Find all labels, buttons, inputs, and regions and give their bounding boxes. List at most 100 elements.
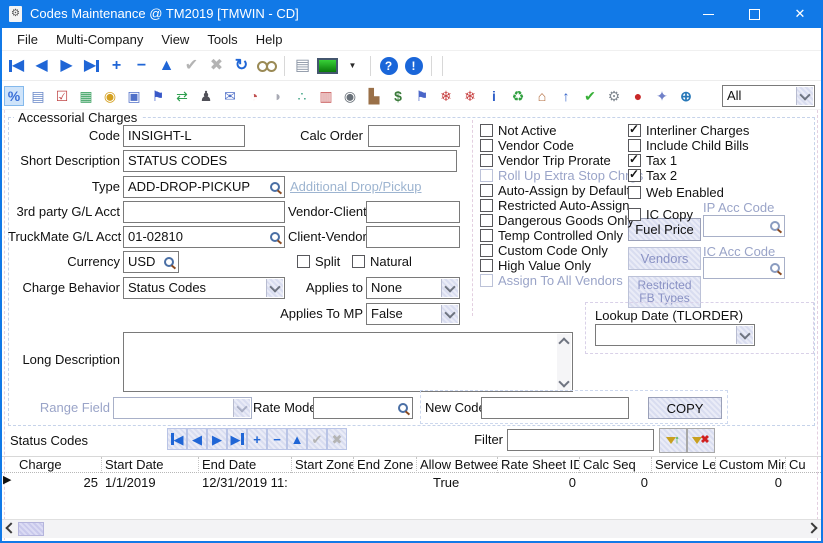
camera-icon[interactable]: ◉ (340, 86, 360, 106)
network2-icon[interactable]: ❄ (460, 86, 480, 106)
scroll-down-icon[interactable] (557, 376, 571, 390)
currency-field[interactable]: USD (123, 251, 179, 273)
apply-filter-button[interactable]: ↑ (659, 428, 687, 453)
clear-filter-button[interactable]: ✖ (687, 428, 715, 453)
natural-checkbox[interactable] (352, 255, 365, 268)
column-header-start-zone[interactable]: Start Zone (292, 457, 354, 473)
include-child-bills-checkbox[interactable] (628, 139, 641, 152)
column-header-start-date[interactable]: Start Date (102, 457, 199, 473)
minimize-button[interactable] (685, 0, 731, 28)
network-icon[interactable]: ❄ (436, 86, 456, 106)
column-header-service-leve[interactable]: Service Leve (652, 457, 716, 473)
flag2-icon[interactable]: ⚑ (412, 86, 432, 106)
truckmate-gl-field[interactable]: 01-02810 (123, 226, 285, 248)
truckmate-gl-lookup-button[interactable] (267, 230, 282, 244)
home-icon[interactable]: ⌂ (532, 86, 552, 106)
gears-icon[interactable]: ⚙ (604, 86, 624, 106)
prior-record-icon[interactable]: ◀ (29, 54, 54, 78)
additional-drop-pickup-link[interactable]: Additional Drop/Pickup (290, 178, 422, 196)
rate-mode-field[interactable] (313, 397, 413, 419)
shoe-icon[interactable]: ◗ (268, 86, 288, 106)
globe-icon[interactable]: ⊕ (676, 86, 696, 106)
vendor-trip-prorate-checkbox[interactable] (480, 154, 493, 167)
chart-icon[interactable]: ▦ (76, 86, 96, 106)
applies-to-select[interactable]: None (366, 277, 460, 299)
applies-to-mp-dropdown-button[interactable] (441, 305, 458, 323)
category-filter-dropdown-button[interactable] (796, 87, 813, 105)
refresh-icon[interactable]: ↻ (229, 54, 254, 78)
print-icon[interactable]: ▤ (290, 54, 315, 78)
about-icon[interactable]: ! (401, 54, 426, 78)
column-header-charge[interactable]: Charge (16, 457, 102, 473)
grid-prior-icon[interactable]: ◀ (187, 428, 207, 450)
grid-edit-icon[interactable]: ▲ (287, 428, 307, 450)
calc-order-field[interactable] (368, 125, 460, 147)
approve-icon[interactable]: ✔ (580, 86, 600, 106)
lookup-date-dropdown-button[interactable] (736, 326, 753, 344)
recycle-icon[interactable]: ♻ (508, 86, 528, 106)
monitor-icon[interactable] (315, 54, 340, 78)
column-header-end-date[interactable]: End Date (199, 457, 292, 473)
copy-codes-icon[interactable]: ▣ (124, 86, 144, 106)
delete-record-icon[interactable]: − (129, 54, 154, 78)
restricted-auto-assign-checkbox[interactable] (480, 199, 493, 212)
horizontal-scrollbar[interactable] (0, 519, 823, 538)
scroll-left-icon[interactable] (2, 522, 16, 536)
monitor-dropdown-icon[interactable]: ▼ (340, 54, 365, 78)
vendor-code-checkbox[interactable] (480, 139, 493, 152)
insert-record-icon[interactable]: + (104, 54, 129, 78)
car-icon[interactable]: ● (628, 86, 648, 106)
next-record-icon[interactable]: ▶ (54, 54, 79, 78)
web-enabled-checkbox[interactable] (628, 186, 641, 199)
mail-icon[interactable]: ✉ (220, 86, 240, 106)
accessorial-charges-icon[interactable]: % (4, 86, 24, 106)
grid-first-icon[interactable]: ◀ (167, 428, 187, 450)
column-header-calc-seq[interactable]: Calc Seq (580, 457, 652, 473)
grid-insert-icon[interactable]: + (247, 428, 267, 450)
scrollbar-thumb[interactable] (18, 522, 44, 536)
driver-icon[interactable]: ♟ (196, 86, 216, 106)
tree-up-icon[interactable]: ↑ (556, 86, 576, 106)
doc-info-icon[interactable]: i (484, 86, 504, 106)
column-header-custom-min[interactable]: Custom Min (716, 457, 786, 473)
type-lookup-button[interactable] (267, 180, 282, 194)
vendor-client-field[interactable] (366, 201, 460, 223)
column-header-allow-betweer[interactable]: Allow Betweer (417, 457, 498, 473)
post-edit-icon[interactable]: ✔ (179, 54, 204, 78)
codes-list-icon[interactable]: ▤ (28, 86, 48, 106)
lookup-date-select[interactable] (595, 324, 755, 346)
last-record-icon[interactable]: ▶ (79, 54, 104, 78)
menu-view[interactable]: View (152, 28, 198, 51)
code-field[interactable]: INSIGHT-L (123, 125, 245, 147)
factory-icon[interactable]: ▙ (364, 86, 384, 106)
long-description-textarea[interactable] (123, 332, 573, 392)
transfer-icon[interactable]: ⇄ (172, 86, 192, 106)
column-header-rate-sheet-id[interactable]: Rate Sheet ID (498, 457, 580, 473)
flag-icon[interactable]: ⚑ (148, 86, 168, 106)
high-value-only-checkbox[interactable] (480, 259, 493, 272)
filter-input[interactable] (507, 429, 654, 451)
scroll-right-icon[interactable] (806, 522, 820, 536)
checklist-icon[interactable]: ☑ (52, 86, 72, 106)
grid-next-icon[interactable]: ▶ (207, 428, 227, 450)
applies-to-mp-select[interactable]: False (366, 303, 460, 325)
calendar-icon[interactable]: ▥ (316, 86, 336, 106)
charge-behavior-select[interactable]: Status Codes (123, 277, 285, 299)
first-record-icon[interactable]: ◀ (4, 54, 29, 78)
short-description-field[interactable]: STATUS CODES (123, 150, 457, 172)
tax-1-checkbox[interactable] (628, 154, 641, 167)
cancel-edit-icon[interactable]: ✖ (204, 54, 229, 78)
ic-copy-checkbox[interactable] (628, 208, 641, 221)
auto-assign-by-default-checkbox[interactable] (480, 184, 493, 197)
help-icon[interactable]: ? (376, 54, 401, 78)
temp-controlled-only-checkbox[interactable] (480, 229, 493, 242)
binoculars-search-icon[interactable] (254, 54, 279, 78)
scroll-up-icon[interactable] (557, 334, 571, 348)
menu-tools[interactable]: Tools (198, 28, 246, 51)
menu-file[interactable]: File (8, 28, 47, 51)
menu-help[interactable]: Help (247, 28, 292, 51)
interliner-charges-checkbox[interactable] (628, 124, 641, 137)
org-chart-icon[interactable]: ∴ (292, 86, 312, 106)
menu-multi-company[interactable]: Multi-Company (47, 28, 152, 51)
category-filter-select[interactable]: All (722, 85, 815, 107)
